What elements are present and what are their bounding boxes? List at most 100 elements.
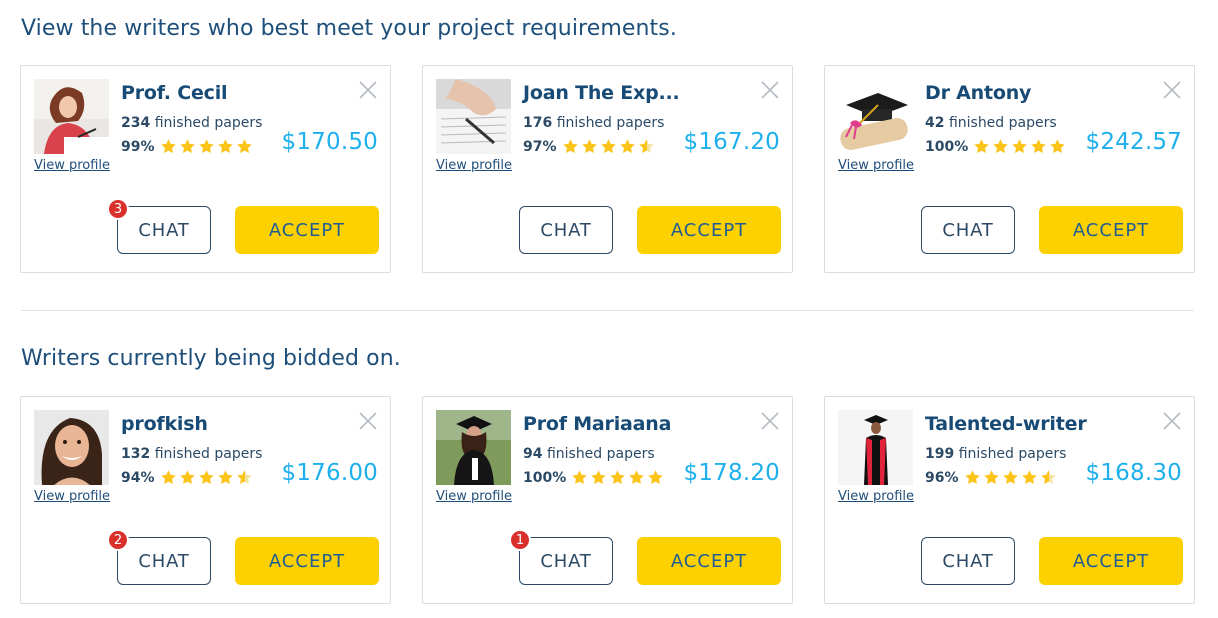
accept-button[interactable]: ACCEPT xyxy=(1039,206,1183,254)
unread-messages-badge: 2 xyxy=(107,529,129,551)
star-icon xyxy=(571,469,588,486)
papers-number: 132 xyxy=(121,446,151,462)
chat-button[interactable]: CHAT xyxy=(921,537,1015,585)
star-icon xyxy=(638,138,655,155)
star-icon xyxy=(1011,138,1028,155)
view-profile-link[interactable]: View profile xyxy=(838,158,914,173)
view-profile-link[interactable]: View profile xyxy=(436,158,512,173)
section-title-best-writers: View the writers who best meet your proj… xyxy=(21,16,677,41)
finished-papers-count: 94 finished papers xyxy=(523,446,655,462)
star-icon xyxy=(1049,138,1066,155)
bid-price: $168.30 xyxy=(1085,460,1182,486)
star-icon xyxy=(581,138,598,155)
writer-name[interactable]: Joan The Exp... xyxy=(523,82,680,104)
section-title-bidding-writers: Writers currently being bidded on. xyxy=(21,346,401,371)
star-icon xyxy=(600,138,617,155)
papers-label: finished papers xyxy=(154,446,263,462)
writer-name[interactable]: Dr Antony xyxy=(925,82,1031,104)
star-icon xyxy=(198,469,215,486)
writer-card: View profile Dr Antony 42 finished paper… xyxy=(824,65,1195,273)
papers-number: 94 xyxy=(523,446,543,462)
rating-stars xyxy=(160,138,253,155)
chat-button[interactable]: CHAT xyxy=(117,206,211,254)
star-icon xyxy=(628,469,645,486)
star-icon xyxy=(562,138,579,155)
star-icon xyxy=(179,138,196,155)
accept-button[interactable]: ACCEPT xyxy=(1039,537,1183,585)
star-icon xyxy=(647,469,664,486)
chat-button[interactable]: CHAT xyxy=(921,206,1015,254)
star-icon xyxy=(217,138,234,155)
bidding-writers-row: View profile profkish 132 finished paper… xyxy=(20,396,1195,604)
chat-button[interactable]: CHAT xyxy=(117,537,211,585)
finished-papers-count: 42 finished papers xyxy=(925,115,1057,131)
finished-papers-count: 199 finished papers xyxy=(925,446,1066,462)
writer-avatar[interactable] xyxy=(436,79,511,154)
writer-name[interactable]: profkish xyxy=(121,413,208,435)
papers-number: 234 xyxy=(121,115,151,131)
best-writers-row: View profile Prof. Cecil 234 finished pa… xyxy=(20,65,1195,273)
papers-label: finished papers xyxy=(546,446,655,462)
star-icon xyxy=(179,469,196,486)
writer-card: View profile Prof. Cecil 234 finished pa… xyxy=(20,65,391,273)
close-icon[interactable] xyxy=(1162,80,1182,100)
bid-price: $176.00 xyxy=(281,460,378,486)
star-icon xyxy=(217,469,234,486)
accept-button[interactable]: ACCEPT xyxy=(235,206,379,254)
unread-messages-badge: 1 xyxy=(509,529,531,551)
finished-papers-count: 234 finished papers xyxy=(121,115,262,131)
star-icon xyxy=(973,138,990,155)
star-icon xyxy=(590,469,607,486)
section-divider xyxy=(21,310,1194,311)
writer-avatar[interactable] xyxy=(838,79,913,154)
star-icon xyxy=(198,138,215,155)
view-profile-link[interactable]: View profile xyxy=(436,489,512,504)
star-icon xyxy=(964,469,981,486)
view-profile-link[interactable]: View profile xyxy=(34,489,110,504)
accept-button[interactable]: ACCEPT xyxy=(637,537,781,585)
chat-button[interactable]: CHAT xyxy=(519,206,613,254)
rating-percent: 100% xyxy=(925,138,969,155)
writer-avatar[interactable] xyxy=(436,410,511,485)
view-profile-link[interactable]: View profile xyxy=(838,489,914,504)
view-profile-link[interactable]: View profile xyxy=(34,158,110,173)
star-icon xyxy=(609,469,626,486)
close-icon[interactable] xyxy=(760,80,780,100)
writer-rating: 99% xyxy=(121,138,253,155)
rating-stars xyxy=(973,138,1066,155)
star-icon xyxy=(236,469,253,486)
writer-rating: 94% xyxy=(121,469,253,486)
papers-label: finished papers xyxy=(958,446,1067,462)
rating-percent: 96% xyxy=(925,469,959,486)
writer-rating: 100% xyxy=(925,138,1066,155)
rating-percent: 100% xyxy=(523,469,567,486)
close-icon[interactable] xyxy=(1162,411,1182,431)
writer-avatar[interactable] xyxy=(34,410,109,485)
writer-avatar[interactable] xyxy=(838,410,913,485)
writer-name[interactable]: Prof Mariaana xyxy=(523,413,671,435)
accept-button[interactable]: ACCEPT xyxy=(235,537,379,585)
papers-label: finished papers xyxy=(556,115,665,131)
papers-number: 176 xyxy=(523,115,553,131)
rating-stars xyxy=(160,469,253,486)
writer-name[interactable]: Prof. Cecil xyxy=(121,82,228,104)
close-icon[interactable] xyxy=(358,411,378,431)
papers-label: finished papers xyxy=(948,115,1057,131)
writer-rating: 100% xyxy=(523,469,664,486)
bid-price: $167.20 xyxy=(683,129,780,155)
star-icon xyxy=(160,469,177,486)
rating-stars xyxy=(964,469,1057,486)
papers-number: 199 xyxy=(925,446,955,462)
writer-name[interactable]: Talented-writer xyxy=(925,413,1087,435)
star-icon xyxy=(1040,469,1057,486)
close-icon[interactable] xyxy=(358,80,378,100)
chat-button[interactable]: CHAT xyxy=(519,537,613,585)
writer-rating: 96% xyxy=(925,469,1057,486)
star-icon xyxy=(1021,469,1038,486)
star-icon xyxy=(1030,138,1047,155)
accept-button[interactable]: ACCEPT xyxy=(637,206,781,254)
writer-avatar[interactable] xyxy=(34,79,109,154)
writer-card: View profile profkish 132 finished paper… xyxy=(20,396,391,604)
close-icon[interactable] xyxy=(760,411,780,431)
writer-card: View profile Joan The Exp... 176 finishe… xyxy=(422,65,793,273)
